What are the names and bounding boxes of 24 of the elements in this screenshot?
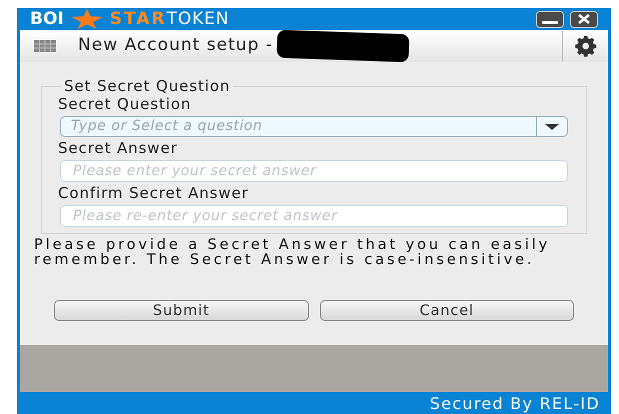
close-icon <box>578 14 590 24</box>
question-combo-box[interactable]: Type or Select a question <box>60 116 568 137</box>
settings-icon <box>574 35 596 57</box>
close-button[interactable] <box>570 10 598 28</box>
minimize-button[interactable] <box>536 10 564 28</box>
cancel-button[interactable]: Cancel <box>320 300 574 321</box>
header-title: New Account setup - <box>78 34 273 58</box>
minimize-icon <box>542 20 558 24</box>
field-label: Secret Answer <box>58 138 179 158</box>
question-input[interactable]: Type or Select a question <box>61 117 536 136</box>
answer-field[interactable]: Please re-enter your secret answer <box>60 205 568 227</box>
group-legend: Set Secret Question <box>61 78 234 94</box>
submit-button[interactable]: Submit <box>54 300 308 321</box>
field-label: Confirm Secret Answer <box>58 183 250 203</box>
grid-icon <box>34 40 56 52</box>
logo-bank-text: BOI <box>30 10 64 28</box>
logo-token-text: TOKEN <box>166 10 230 28</box>
caret-icon <box>545 124 559 130</box>
field-label: Secret Question <box>58 94 192 114</box>
logo-star-text: STAR <box>110 10 167 28</box>
star-icon <box>70 9 104 29</box>
answer-field[interactable]: Please enter your secret answer <box>60 160 568 182</box>
help-text: Please provide a Secret Answer that you can easily remember. The Secret Answer is case-insensitive. <box>34 238 552 268</box>
footer-text: Secured By REL-ID <box>430 394 600 414</box>
